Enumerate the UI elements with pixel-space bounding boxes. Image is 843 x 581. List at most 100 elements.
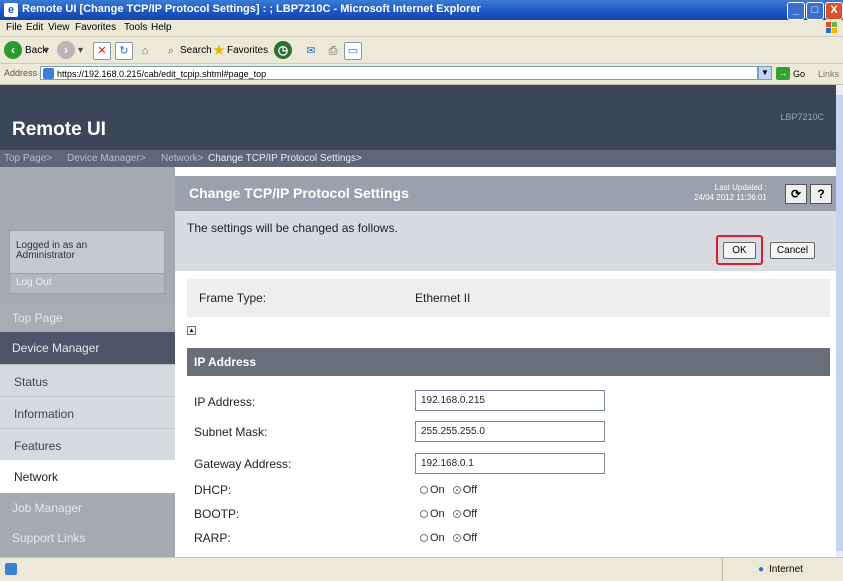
history-icon[interactable]: ◷ [274,41,292,59]
breadcrumb-device-manager[interactable]: Device Manager> [67,153,146,164]
ip-address-section-title: IP Address [194,355,257,369]
minimize-button[interactable]: _ [787,2,805,20]
nav-job-manager[interactable]: Job Manager [0,493,175,523]
last-updated: Last Updated : 24/04 2012 11:36:01 [694,183,767,203]
ok-button[interactable]: OK [723,242,756,259]
collapse-up-icon[interactable]: ▲ [187,326,196,335]
menu-view[interactable]: View [48,22,70,33]
nav-device-manager[interactable]: Device Manager [0,332,175,364]
title-bar: e Remote UI [Change TCP/IP Protocol Sett… [0,0,843,20]
dhcp-radio-group: On Off [420,484,477,496]
vertical-scrollbar[interactable] [836,85,843,557]
confirmation-message: The settings will be changed as follows. [187,221,398,235]
frame-type-value: Ethernet II [415,291,471,305]
stop-icon[interactable]: ✕ [93,42,111,60]
sidebar-item-status[interactable]: Status [0,364,175,397]
close-button[interactable]: X [825,2,843,20]
ip-address-label: IP Address: [194,395,256,409]
mail-icon[interactable]: ✉ [302,42,320,60]
page-icon [43,68,54,79]
security-zone: Internet [769,564,803,575]
ip-address-field[interactable]: 192.168.0.215 [415,390,605,411]
menu-help[interactable]: Help [151,22,172,33]
remote-ui-header: Remote UI LBP7210C [0,85,836,150]
bootp-on-radio[interactable] [420,510,428,518]
frame-type-row: Frame Type: Ethernet II [187,279,830,317]
internet-zone-icon: ● [758,564,765,575]
print-icon[interactable]: ⎙ [324,42,342,60]
refresh-page-icon[interactable]: ⟳ [785,184,807,204]
message-area: The settings will be changed as follows.… [175,211,836,271]
edit-page-icon[interactable]: ▭ [344,42,362,60]
windows-logo-icon [826,22,837,33]
login-box: Logged in as an Administrator [9,230,165,274]
cancel-button[interactable]: Cancel [770,242,815,259]
logout-box: Log Out [9,274,165,294]
menu-tools[interactable]: Tools [124,22,147,33]
ip-address-section-header: IP Address [187,348,830,376]
gateway-address-label: Gateway Address: [194,457,292,471]
subnet-mask-field[interactable]: 255.255.255.0 [415,421,605,442]
printer-model: LBP7210C [780,112,824,122]
sidebar-item-network[interactable]: Network [0,460,175,493]
settings-form: Frame Type: Ethernet II ▲ IP Address IP … [175,271,836,557]
url-text: https://192.168.0.215/cab/edit_tcpip.sht… [57,69,267,79]
search-button-label[interactable]: Search [180,45,212,56]
page-title: Change TCP/IP Protocol Settings [189,185,409,201]
favorites-button-label[interactable]: Favorites [227,45,268,56]
breadcrumb-top-page[interactable]: Top Page> [4,153,52,164]
favorites-star-icon[interactable]: ★ [210,42,228,60]
toolbar: ‹ Back ▾ › ▾ ✕ ↻ ⌂ ⌕ Search ★ Favorites … [0,37,843,64]
rarp-on-radio[interactable] [420,534,428,542]
home-icon[interactable]: ⌂ [136,42,154,60]
forward-arrow-icon[interactable]: › [57,41,75,59]
back-arrow-icon[interactable]: ‹ [4,41,22,59]
window-title: Remote UI [Change TCP/IP Protocol Settin… [22,3,481,15]
menu-favorites[interactable]: Favorites [75,22,116,33]
remote-ui-logo: Remote UI [12,119,106,140]
frame-type-label: Frame Type: [199,291,267,305]
content-title-bar: Change TCP/IP Protocol Settings Last Upd… [175,176,836,211]
links-button[interactable]: Links [818,69,839,79]
login-status-line2: Administrator [16,250,75,261]
dhcp-on-radio[interactable] [420,486,428,494]
nav-support-links[interactable]: Support Links [0,523,175,553]
scrollbar-thumb[interactable] [836,95,843,551]
go-arrow-icon[interactable]: → [776,67,790,80]
rarp-off-radio[interactable] [452,534,461,542]
address-dropdown-icon[interactable]: ▼ [758,66,772,80]
rarp-radio-group: On Off [420,532,477,544]
breadcrumb: Top Page> Device Manager> Network> Chang… [0,150,836,167]
bootp-radio-group: On Off [420,508,477,520]
ie-icon: e [4,3,18,17]
logout-link[interactable]: Log Out [16,277,52,288]
menu-file[interactable]: File [6,22,22,33]
maximize-button[interactable]: □ [806,2,824,20]
address-bar: Address https://192.168.0.215/cab/edit_t… [0,64,843,85]
bootp-off-radio[interactable] [452,510,461,518]
url-input[interactable]: https://192.168.0.215/cab/edit_tcpip.sht… [40,66,758,80]
bootp-label: BOOTP: [194,507,240,521]
dhcp-off-radio[interactable] [452,486,461,494]
rarp-label: RARP: [194,531,231,545]
gateway-address-field[interactable]: 192.168.0.1 [415,453,605,474]
menu-bar: File Edit View Favorites Tools Help [0,20,843,37]
dhcp-label: DHCP: [194,483,232,497]
sidebar-item-information[interactable]: Information [0,396,175,429]
page-status-icon [5,563,17,575]
breadcrumb-current: Change TCP/IP Protocol Settings> [208,153,362,164]
last-updated-value: 24/04 2012 11:36:01 [694,193,767,202]
sidebar-item-features[interactable]: Features [0,428,175,461]
refresh-icon[interactable]: ↻ [115,42,133,60]
address-label: Address [4,68,38,78]
last-updated-label: Last Updated : [714,183,767,192]
help-icon[interactable]: ? [810,184,832,204]
status-bar: ● Internet [0,557,843,581]
search-icon[interactable]: ⌕ [162,42,180,60]
subnet-mask-label: Subnet Mask: [194,425,268,439]
menu-edit[interactable]: Edit [26,22,43,33]
breadcrumb-network[interactable]: Network> [161,153,204,164]
sidebar: Logged in as an Administrator Log Out To… [0,167,175,557]
go-button[interactable]: Go [793,69,805,79]
nav-top-page[interactable]: Top Page [0,303,175,331]
